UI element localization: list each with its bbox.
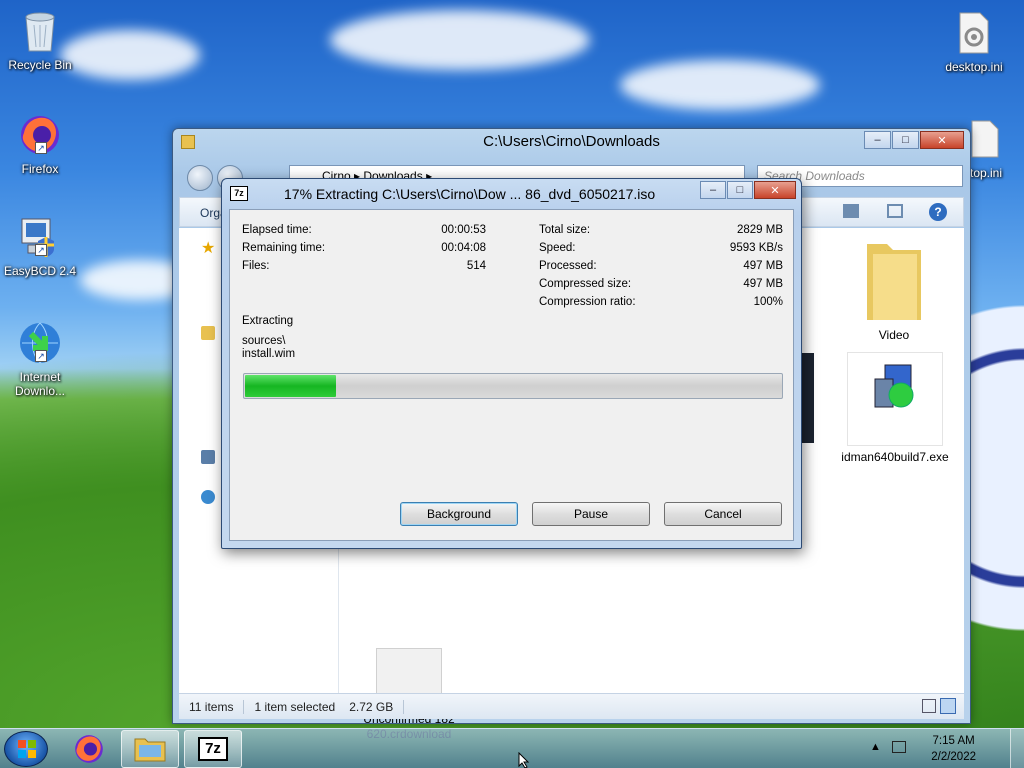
close-button[interactable]: ✕ xyxy=(754,181,796,199)
current-path: sources\ xyxy=(242,335,286,347)
desktop-icon-label: Recycle Bin xyxy=(8,58,72,72)
back-button[interactable] xyxy=(187,165,213,191)
clock[interactable]: 7:15 AM 2/2/2022 xyxy=(931,733,976,765)
installer-icon xyxy=(874,364,914,408)
shortcut-arrow-icon: ↗ xyxy=(35,142,47,154)
processed-label: Processed: xyxy=(539,260,597,272)
favorites-star-icon[interactable]: ★ xyxy=(201,238,215,257)
remaining-time-label: Remaining time: xyxy=(242,242,326,254)
progress-fill xyxy=(245,375,337,397)
desktop-icon-easybcd[interactable]: ↗ EasyBCD 2.4 xyxy=(0,214,80,278)
computer-icon[interactable] xyxy=(201,450,215,464)
window-controls: – □ ✕ xyxy=(863,131,964,149)
firefox-icon xyxy=(75,735,103,763)
help-icon[interactable]: ? xyxy=(929,203,947,221)
compression-ratio-label: Compression ratio: xyxy=(539,296,636,308)
maximize-button[interactable]: □ xyxy=(727,181,753,199)
7zip-icon: 7z xyxy=(198,737,228,761)
idm-icon: ↗ xyxy=(17,320,63,366)
file-item-video[interactable]: Video xyxy=(829,234,959,343)
desktop-icon-label: desktop.ini xyxy=(945,60,1003,74)
processed-value: 497 MB xyxy=(743,260,783,272)
taskbar-explorer[interactable] xyxy=(121,730,179,768)
taskbar: 7z ▲ 7:15 AM 2/2/2022 xyxy=(0,728,1024,768)
total-size-value: 2829 MB xyxy=(736,224,783,236)
status-bar: 11 items 1 item selected 2.72 GB xyxy=(179,693,964,719)
mouse-cursor-icon xyxy=(518,752,530,768)
firefox-icon: ↗ xyxy=(17,112,63,158)
files-label: Files: xyxy=(242,260,270,272)
libraries-icon[interactable] xyxy=(201,326,215,340)
cloud xyxy=(330,10,590,70)
large-icons-view-icon[interactable] xyxy=(940,698,956,714)
desktop-icon-label: Firefox xyxy=(21,162,59,176)
compressed-size-label: Compressed size: xyxy=(539,278,632,290)
elapsed-time-value: 00:00:53 xyxy=(441,224,486,236)
dialog-title: 17% Extracting C:\Users\Cirno\Dow ... 86… xyxy=(284,186,656,202)
taskbar-7zip[interactable]: 7z xyxy=(184,730,242,768)
cloud xyxy=(620,60,820,110)
extraction-progress-bar xyxy=(243,373,783,399)
current-file: install.wim xyxy=(242,348,296,360)
speed-value: 9593 KB/s xyxy=(729,242,783,254)
selection-size: 2.72 GB xyxy=(339,699,405,714)
network-tray-icon[interactable] xyxy=(892,741,906,754)
desktop-icon-label: EasyBCD 2.4 xyxy=(3,264,77,278)
pause-button[interactable]: Pause xyxy=(532,502,650,526)
desktop-icon-internet-download-manager[interactable]: ↗ Internet Downlo... xyxy=(0,320,80,398)
desktop-icon-desktop-ini[interactable]: desktop.ini xyxy=(934,10,1014,74)
total-size-label: Total size: xyxy=(539,224,591,236)
file-name: Video xyxy=(878,328,910,342)
cancel-button[interactable]: Cancel xyxy=(664,502,782,526)
clock-date: 2/2/2022 xyxy=(931,751,976,763)
file-item-idman[interactable] xyxy=(847,352,943,446)
background-button[interactable]: Background xyxy=(400,502,518,526)
maximize-button[interactable]: □ xyxy=(892,131,919,149)
recycle-bin-icon xyxy=(17,8,63,54)
preview-pane-icon[interactable] xyxy=(887,204,903,218)
close-button[interactable]: ✕ xyxy=(920,131,964,149)
desktop-icon-firefox[interactable]: ↗ Firefox xyxy=(0,112,80,176)
minimize-button[interactable]: – xyxy=(700,181,726,199)
notification-area: ▲ xyxy=(870,741,906,754)
files-value: 514 xyxy=(466,260,486,272)
folder-icon xyxy=(867,244,921,320)
selection-count: 1 item selected xyxy=(254,699,336,714)
window-title: C:\Users\Cirno\Downloads xyxy=(483,133,660,150)
details-view-icon[interactable] xyxy=(922,699,936,713)
cloud xyxy=(60,30,200,80)
7zip-app-icon: 7z xyxy=(230,186,248,201)
start-button[interactable] xyxy=(4,731,48,767)
explorer-folder-icon xyxy=(134,738,166,762)
shortcut-arrow-icon: ↗ xyxy=(35,244,47,256)
remaining-time-value: 00:04:08 xyxy=(441,242,486,254)
clock-time: 7:15 AM xyxy=(932,735,975,747)
item-count: 11 items xyxy=(179,699,245,714)
desktop-icon-label: Internet Downlo... xyxy=(14,370,66,398)
file-name: idman640build7.exe xyxy=(841,450,949,464)
compression-ratio-value: 100% xyxy=(753,296,783,308)
window-controls: – □ ✕ xyxy=(699,181,796,199)
easybcd-icon: ↗ xyxy=(17,214,63,260)
minimize-button[interactable]: – xyxy=(864,131,891,149)
taskbar-firefox[interactable] xyxy=(60,730,118,768)
network-icon[interactable] xyxy=(201,490,215,504)
elapsed-time-label: Elapsed time: xyxy=(242,224,312,236)
view-icon[interactable] xyxy=(843,204,859,218)
settings-file-icon xyxy=(951,10,997,56)
dialog-body: Elapsed time: 00:00:53 Remaining time: 0… xyxy=(229,209,794,541)
operation-label: Extracting xyxy=(242,315,294,327)
compressed-size-value: 497 MB xyxy=(743,278,783,290)
shortcut-arrow-icon: ↗ xyxy=(35,350,47,362)
windows-logo-icon xyxy=(18,740,36,758)
speed-label: Speed: xyxy=(539,242,576,254)
show-hidden-icons-icon[interactable]: ▲ xyxy=(870,741,881,753)
show-desktop-button[interactable] xyxy=(1010,729,1024,768)
desktop-icon-recycle-bin[interactable]: Recycle Bin xyxy=(0,8,80,72)
7zip-extract-dialog[interactable]: 7z 17% Extracting C:\Users\Cirno\Dow ...… xyxy=(221,178,802,549)
